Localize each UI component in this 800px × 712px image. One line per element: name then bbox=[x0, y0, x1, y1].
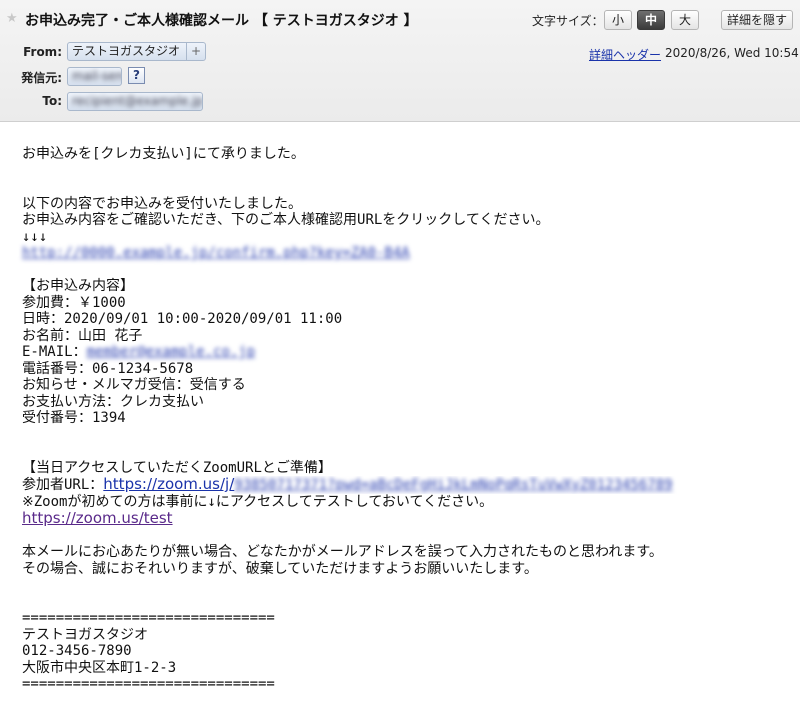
detail-header-link[interactable]: 詳細ヘッダー bbox=[589, 46, 661, 63]
newsletter-line: お知らせ・メルマガ受信：受信する bbox=[22, 377, 246, 393]
to-label: To: bbox=[42, 94, 62, 108]
help-icon[interactable]: ? bbox=[128, 67, 145, 84]
confirm-url-link[interactable]: http://0000.example.jp/confirm.php?key=Z… bbox=[22, 245, 410, 261]
receipt-line: 受付番号：1394 bbox=[22, 410, 126, 426]
signature-divider: ============================== bbox=[22, 610, 275, 626]
participant-url-label: 参加者URL： bbox=[22, 477, 104, 493]
zoom-note-line: ※Zoomが初めての方は事前に↓にアクセスしてテストしておいてください。 bbox=[22, 493, 494, 510]
section-title: 【当日アクセスしていただくZoomURLとご準備】 bbox=[22, 459, 332, 476]
sender-value: mail-sender bbox=[72, 69, 122, 83]
arrows-text: ↓↓↓ bbox=[22, 228, 48, 245]
body-line: お申込み内容をご確認いただき、下のご本人様確認用URLをクリックしてください。 bbox=[22, 212, 550, 228]
email-subject: お申込み完了・ご本人様確認メール 【 テストヨガスタジオ 】 bbox=[25, 13, 418, 29]
sender-chip[interactable]: mail-sender bbox=[67, 67, 122, 86]
font-size-large-button[interactable]: 大 bbox=[671, 10, 699, 30]
from-label: From: bbox=[23, 45, 62, 59]
phone-line: 電話番号：06-1234-5678 bbox=[22, 360, 194, 377]
studio-phone: 012-3456-7890 bbox=[22, 643, 132, 659]
sender-label: 発信元: bbox=[21, 71, 62, 85]
section-title: 【お申込み内容】 bbox=[22, 278, 134, 294]
notice-line: その場合、誠におそれいりますが、破棄していただけますようお願いいたします。 bbox=[22, 560, 538, 577]
from-name: テストヨガスタジオ bbox=[72, 44, 181, 58]
font-size-medium-button[interactable]: 中 bbox=[637, 10, 665, 30]
to-chip[interactable]: recipient@example.jp bbox=[67, 92, 203, 111]
email-link[interactable]: member@example.co.jp bbox=[87, 344, 256, 360]
zoom-url-link-rest[interactable]: 93850717371?pwd=aBcDeFgHiJkLmNoPqRsTuVwX… bbox=[234, 477, 672, 493]
payment-line: お支払い方法：クレカ支払い bbox=[22, 393, 204, 410]
body-line: 以下の内容でお申込みを受付いたしました。 bbox=[22, 195, 302, 212]
zoom-test-link[interactable]: https://zoom.us/test bbox=[22, 509, 173, 527]
from-sender-chip[interactable]: テストヨガスタジオ + bbox=[67, 42, 207, 61]
notice-line: 本メールにお心あたりが無い場合、どなたかがメールアドレスを誤って入力されたものと… bbox=[22, 544, 663, 560]
add-contact-icon[interactable]: + bbox=[186, 43, 201, 60]
studio-address: 大阪市中央区本町1-2-3 bbox=[22, 659, 177, 676]
font-size-small-button[interactable]: 小 bbox=[604, 10, 632, 30]
star-icon[interactable]: ★ bbox=[6, 11, 18, 26]
signature-divider: ============================== bbox=[22, 676, 275, 692]
name-line: お名前：山田 花子 bbox=[22, 327, 143, 344]
body-line: お申込みを[クレカ支払い]にて承りました。 bbox=[22, 146, 305, 162]
hide-details-button[interactable]: 詳細を隠す bbox=[721, 10, 793, 30]
email-label: E-MAIL： bbox=[22, 344, 87, 360]
to-value: recipient@example.jp bbox=[72, 94, 203, 108]
zoom-url-link-prefix[interactable]: https://zoom.us/j/ bbox=[103, 476, 234, 493]
studio-name: テストヨガスタジオ bbox=[22, 626, 148, 643]
email-body: お申込みを[クレカ支払い]にて承りました。 以下の内容でお申込みを受付いたしまし… bbox=[22, 146, 792, 693]
font-size-label: 文字サイズ： bbox=[532, 14, 604, 28]
email-date: 2020/8/26, Wed 10:54 bbox=[665, 46, 799, 60]
email-header: ★ お申込み完了・ご本人様確認メール 【 テストヨガスタジオ 】 文字サイズ： … bbox=[0, 0, 800, 122]
datetime-line: 日時：2020/09/01 10:00-2020/09/01 11:00 bbox=[22, 311, 343, 327]
fee-line: 参加費：￥1000 bbox=[22, 294, 126, 311]
